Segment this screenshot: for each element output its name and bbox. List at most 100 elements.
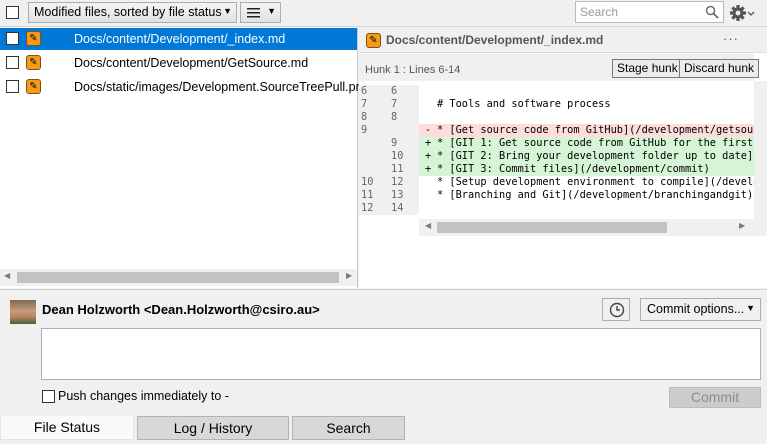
scroll-left-icon[interactable]: ◀ [425,221,431,230]
diff-panel: ✎ Docs/content/Development/_index.md ···… [359,27,767,288]
search-icon[interactable] [705,5,719,19]
line-number-gutter: 88 [359,111,419,124]
select-all-checkbox[interactable] [6,6,19,19]
diff-line[interactable]: 10 12 * [Setup development environment to … [359,176,754,189]
diff-line-text: * [GIT 2: Bring your development folder … [437,150,754,162]
clock-icon [609,302,625,318]
hunk-label: Hunk 1 : Lines 6-14 [365,64,461,76]
new-line-number: 7 [391,98,398,110]
diff-line-text: * [Setup development environment to comp… [437,176,754,188]
diff-horizontal-scrollbar[interactable]: ◀ ▶ [419,219,754,236]
new-line-number: 9 [391,137,398,149]
file-checkbox[interactable] [6,32,19,45]
new-line-number: 11 [391,163,404,175]
file-path: Docs/static/images/Development.SourceTre… [74,80,370,94]
diff-line[interactable]: 11 13 * [Branching and Git](/development/b… [359,189,754,202]
diff-marker: + [425,163,432,175]
diff-marker: + [425,137,432,149]
file-row[interactable]: ✎ Docs/static/images/Development.SourceT… [0,76,370,98]
diff-line[interactable]: 9 + * [GIT 1: Get source code from GitHub … [359,137,754,150]
scroll-right-icon[interactable]: ▶ [739,221,745,230]
tab-search[interactable]: Search [292,416,405,440]
commit-options-label: Commit options... [647,302,745,316]
commit-button[interactable]: Commit [669,387,761,408]
old-line-number: 10 [361,176,374,188]
list-icon [247,8,260,18]
diff-line[interactable]: 9 - * [Get source code from GitHub](/devel… [359,124,754,137]
diff-file-path: Docs/content/Development/_index.md [386,33,604,47]
modified-pencil-icon: ✎ [26,31,41,46]
diff-marker: + [425,150,432,162]
new-line-number: 14 [391,202,404,214]
diff-line[interactable]: 66 [359,85,754,98]
file-filter-label: Modified files, sorted by file status [34,5,222,19]
file-list: ✎ Docs/content/Development/_index.md ✎ D… [0,27,370,288]
diff-line[interactable]: 10 + * [GIT 2: Bring your development fold… [359,150,754,163]
more-options-icon[interactable]: ··· [723,31,739,46]
diff-line[interactable]: 11 + * [GIT 3: Commit files](/development/… [359,163,754,176]
file-path: Docs/content/Development/GetSource.md [74,56,309,70]
line-number-gutter: 66 [359,85,419,98]
diff-vertical-scrollbar[interactable] [754,81,767,236]
diff-line[interactable]: 7 7 # Tools and software process [359,98,754,111]
tab-log-history[interactable]: Log / History [137,416,289,440]
old-line-number: 12 [361,202,374,214]
diff-line-text: * [Branching and Git](/development/branc… [437,189,754,201]
diff-marker: - [425,124,432,136]
discard-hunk-button[interactable]: Discard hunk [679,59,760,78]
line-number-gutter: 12 14 [359,202,419,215]
line-number-gutter: 11 [359,163,419,176]
file-status-toolbar: Modified files, sorted by file status ▼ … [0,0,767,27]
new-line-number: 10 [391,150,404,162]
avatar [10,300,36,324]
gear-icon[interactable] [729,4,755,22]
old-line-number: 6 [361,85,368,97]
new-line-number: 12 [391,176,404,188]
new-line-number: 8 [391,111,398,123]
new-line-number: 6 [391,85,398,97]
file-row[interactable]: ✎ Docs/content/Development/GetSource.md [0,52,357,74]
scroll-left-icon[interactable]: ◀ [4,271,10,280]
diff-line[interactable]: 12 14 [359,202,754,215]
file-checkbox[interactable] [6,56,19,69]
diff-line-text: # Tools and software process [437,98,611,110]
line-number-gutter: 9 [359,137,419,150]
modified-pencil-icon: ✎ [26,55,41,70]
scrollbar-thumb[interactable] [17,272,339,283]
bottom-tabs: File Status Log / History Search [0,416,767,444]
line-number-gutter: 11 13 [359,189,419,202]
file-path: Docs/content/Development/_index.md [74,32,286,46]
new-line-number: 13 [391,189,404,201]
old-line-number: 7 [361,98,368,110]
stage-hunk-button[interactable]: Stage hunk [612,59,683,78]
push-immediately-label: Push changes immediately to - [58,389,229,403]
diff-line[interactable]: 88 [359,111,754,124]
push-immediately-checkbox[interactable] [42,390,55,403]
diff-line-text: * [GIT 3: Commit files](/development/com… [437,163,710,175]
hunk-header: Hunk 1 : Lines 6-14 Stage hunk Discard h… [359,54,760,81]
line-number-gutter: 77 [359,98,419,111]
scroll-right-icon[interactable]: ▶ [346,271,352,280]
tab-file-status[interactable]: File Status [0,416,134,440]
line-number-gutter: 9 [359,124,419,137]
file-list-horizontal-scrollbar[interactable]: ◀ ▶ [0,269,357,286]
modified-pencil-icon: ✎ [366,33,381,48]
file-row[interactable]: ✎ Docs/content/Development/_index.md [0,28,357,50]
commit-author: Dean Holzworth <Dean.Holzworth@csiro.au> [42,302,320,317]
file-filter-dropdown[interactable]: Modified files, sorted by file status ▼ [28,2,237,23]
commit-options-dropdown[interactable]: Commit options... ▼ [640,298,761,321]
old-line-number: 9 [361,124,368,136]
search-box[interactable] [575,1,724,23]
commit-message-input[interactable] [41,328,761,380]
scrollbar-thumb[interactable] [437,222,667,233]
file-checkbox[interactable] [6,80,19,93]
diff-code: 6 6 7 7 # Tools and software process 8 8 9- * [G… [359,81,754,219]
view-mode-dropdown[interactable]: ▼ [240,2,281,23]
search-input[interactable] [576,2,700,22]
chevron-down-icon: ▼ [746,303,755,313]
diff-header: ✎ Docs/content/Development/_index.md ··· [359,27,767,53]
line-number-gutter: 10 [359,150,419,163]
commit-history-button[interactable] [602,298,630,321]
sourcetree-window: Modified files, sorted by file status ▼ … [0,0,767,444]
chevron-down-icon: ▼ [267,6,276,16]
